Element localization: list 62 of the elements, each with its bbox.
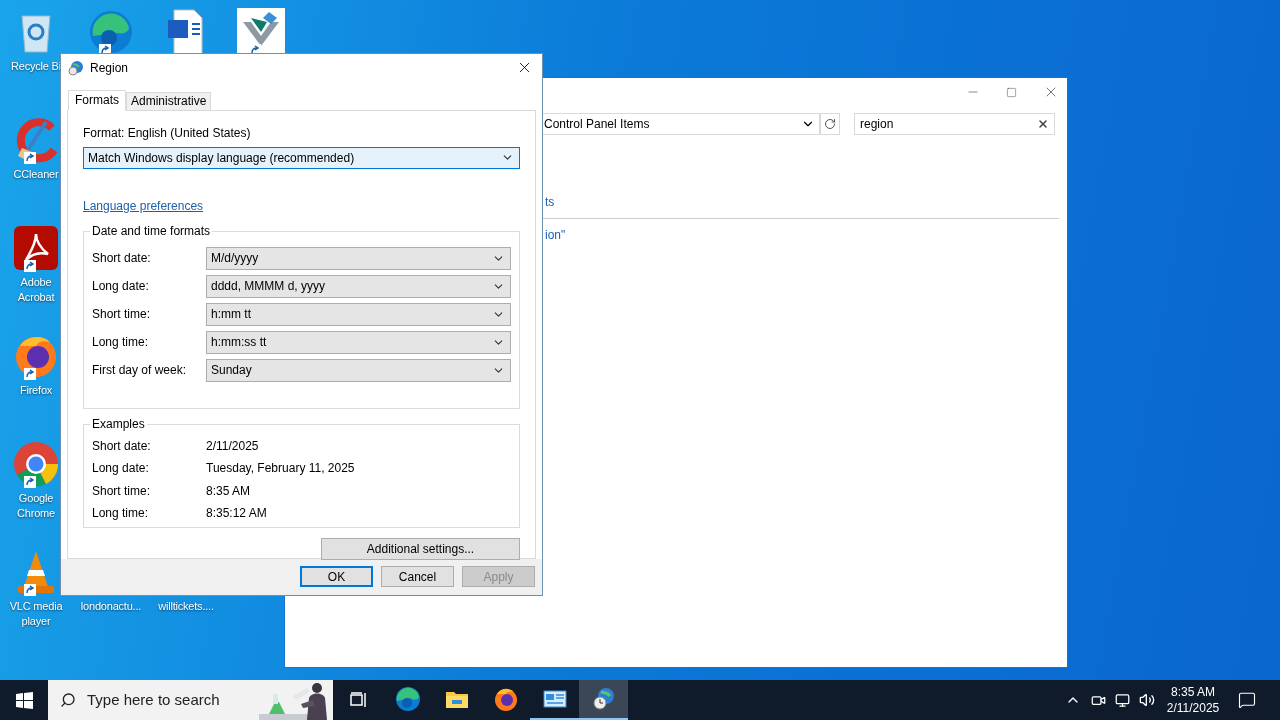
notifications-icon[interactable]: [1238, 691, 1256, 709]
clock[interactable]: 8:35 AM 2/11/2025: [1165, 684, 1221, 716]
search-field[interactable]: region: [854, 113, 1055, 135]
network-icon[interactable]: [1115, 692, 1130, 708]
example-value: 8:35:12 AM: [206, 505, 267, 523]
window-title: Region: [90, 59, 129, 77]
refresh-icon: [824, 118, 836, 130]
volume-icon[interactable]: [1139, 692, 1155, 708]
globe-clock-icon: [68, 59, 84, 76]
firefox-icon: [492, 686, 519, 712]
tab[interactable]: Formats: [68, 89, 126, 111]
globe-clock-icon: [590, 686, 617, 712]
field-label: First day of week:: [92, 362, 188, 380]
dialog-button[interactable]: OK: [300, 566, 373, 588]
task-view-icon: [350, 692, 368, 708]
format-dropdown[interactable]: Sunday: [206, 358, 511, 382]
field-label: Short date:: [92, 250, 152, 268]
example-label: Long date:: [92, 460, 150, 478]
format-dropdown[interactable]: Match Windows display language (recommended): [83, 146, 520, 169]
group-title: Examples: [90, 416, 147, 431]
dropdown-value: Sunday: [211, 362, 252, 380]
format-dropdown[interactable]: h:mm:ss tt: [206, 330, 511, 354]
example-label: Short date:: [92, 437, 152, 455]
address-text: Control Panel Items: [544, 116, 650, 133]
windows-logo-icon: [15, 691, 33, 709]
additional-settings-button[interactable]: Additional settings...: [321, 537, 520, 560]
tab[interactable]: Administrative: [126, 91, 212, 111]
dropdown-value: h:mm:ss tt: [211, 334, 267, 352]
dropdown-value: h:mm tt: [211, 306, 251, 324]
dropdown-value: M/d/yyyy: [211, 250, 259, 268]
search-icon: [60, 692, 76, 708]
format-dropdown[interactable]: M/d/yyyy: [206, 246, 511, 270]
result-link[interactable]: ts: [545, 195, 555, 209]
taskbar-search-field[interactable]: Type here to search: [48, 680, 333, 720]
edge-icon: [87, 8, 135, 56]
taskbar-search-input[interactable]: Type here to search: [87, 688, 267, 712]
search-text: region: [860, 116, 894, 133]
clear-search-icon[interactable]: [1037, 118, 1049, 130]
acrobat-icon: [12, 224, 60, 272]
example-label: Long time:: [92, 505, 150, 523]
group-title: Date and time formats: [90, 223, 213, 238]
edge-icon: [394, 686, 421, 712]
clock-date: 2/11/2025: [1166, 700, 1220, 716]
example-value: Tuesday, February 11, 2025: [206, 460, 355, 478]
dropdown-value: dddd, MMMM d, yyyy: [211, 278, 326, 296]
result-link[interactable]: ion": [545, 228, 566, 242]
example-value: 2/11/2025: [206, 437, 259, 455]
clock-time: 8:35 AM: [1171, 684, 1215, 700]
example-label: Short time:: [92, 482, 152, 500]
field-label: Long time:: [92, 334, 150, 352]
field-label: Long date:: [92, 278, 150, 296]
dialog-button[interactable]: Cancel: [381, 566, 454, 588]
format-dropdown[interactable]: h:mm tt: [206, 302, 511, 326]
example-value: 8:35 AM: [206, 482, 251, 500]
refresh-button[interactable]: [820, 113, 840, 135]
format-dropdown[interactable]: dddd, MMMM d, yyyy: [206, 274, 511, 298]
dropdown-value: Match Windows display language (recommended): [88, 149, 355, 167]
field-label: Short time:: [92, 306, 152, 324]
language-preferences-link[interactable]: Language preferences: [83, 198, 204, 213]
format-label: Format: English (United States): [83, 125, 252, 140]
chrome-icon: [12, 440, 60, 488]
taskbar-app-button[interactable]: [579, 680, 628, 720]
